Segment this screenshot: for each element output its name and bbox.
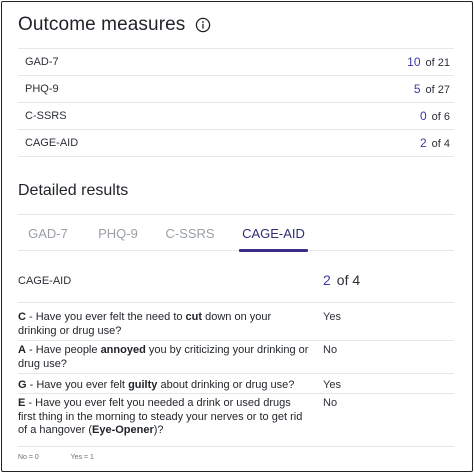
measure-row-phq9: PHQ-9 5 of 27 xyxy=(18,76,454,103)
measure-row-cssrs: C-SSRS 0 of 6 xyxy=(18,103,454,130)
page-title: Outcome measures xyxy=(18,14,186,35)
detail-score: 2 of 4 xyxy=(323,272,360,288)
question-text: E - Have you ever felt you needed a drin… xyxy=(18,397,310,438)
measure-score: 0 of 6 xyxy=(420,109,450,123)
tab-cage-aid[interactable]: CAGE-AID xyxy=(239,215,308,251)
legend-yes: Yes = 1 xyxy=(70,454,94,461)
scoring-legend: No = 0 Yes = 1 xyxy=(18,454,124,461)
divider xyxy=(18,340,454,341)
info-icon[interactable] xyxy=(195,17,211,33)
question-pre: - Have people xyxy=(25,344,101,356)
question-a: A - Have people annoyed you by criticizi… xyxy=(18,344,454,371)
header: Outcome measures xyxy=(18,14,211,36)
measure-name: GAD-7 xyxy=(25,56,59,68)
outcome-measures-list: GAD-7 10 of 21 PHQ-9 5 of 27 C-SSRS 0 of… xyxy=(18,48,454,157)
detail-header: CAGE-AID 2 of 4 xyxy=(18,270,454,303)
detailed-results-title: Detailed results xyxy=(18,182,129,199)
question-text: C - Have you ever felt the need to cut d… xyxy=(18,311,310,338)
question-text: G - Have you ever felt guilty about drin… xyxy=(18,379,310,393)
measure-row-gad7: GAD-7 10 of 21 xyxy=(18,49,454,76)
question-letter: A xyxy=(18,344,26,356)
measure-score-value: 2 xyxy=(419,136,427,150)
question-letter: G xyxy=(18,379,27,391)
question-answer: Yes xyxy=(323,311,341,323)
question-g: G - Have you ever felt guilty about drin… xyxy=(18,379,454,393)
measure-row-cage-aid: CAGE-AID 2 of 4 xyxy=(18,130,454,157)
measure-score: 2 of 4 xyxy=(420,136,450,150)
question-keyword: cut xyxy=(185,311,203,323)
tab-gad7[interactable]: GAD-7 xyxy=(18,215,78,251)
tab-cssrs[interactable]: C-SSRS xyxy=(158,215,222,251)
question-answer: No xyxy=(323,344,338,356)
question-pre: - Have you ever felt the need to xyxy=(25,311,186,323)
question-answer: No xyxy=(323,397,338,409)
measure-score-max: of 4 xyxy=(431,138,450,150)
measure-score-max: of 6 xyxy=(431,111,450,123)
measure-name: C-SSRS xyxy=(25,110,67,122)
question-post: about drinking or drug use? xyxy=(157,379,295,391)
measure-score-value: 10 xyxy=(407,55,421,69)
detail-score-value: 2 xyxy=(323,272,331,288)
measure-score-max: of 21 xyxy=(425,57,450,69)
question-text: A - Have people annoyed you by criticizi… xyxy=(18,344,310,371)
question-post: )? xyxy=(153,424,164,436)
question-pre: - Have you ever felt xyxy=(26,379,129,391)
question-e: E - Have you ever felt you needed a drin… xyxy=(18,397,454,438)
legend-no: No = 0 xyxy=(18,454,39,461)
detail-score-max: of 4 xyxy=(336,272,361,288)
divider xyxy=(18,373,454,374)
detail-label: CAGE-AID xyxy=(18,275,72,287)
detailed-results-tabs: GAD-7 PHQ-9 C-SSRS CAGE-AID xyxy=(18,214,454,252)
measure-name: PHQ-9 xyxy=(25,83,59,95)
measure-name: CAGE-AID xyxy=(25,137,79,149)
measure-score: 10 of 21 xyxy=(407,55,450,69)
divider xyxy=(18,446,454,447)
tab-phq9[interactable]: PHQ-9 xyxy=(88,215,148,251)
divider xyxy=(18,393,454,394)
outcome-card: Outcome measures GAD-7 10 of 21 PHQ-9 5 … xyxy=(1,1,473,472)
measure-score-max: of 27 xyxy=(425,84,450,96)
question-keyword: guilty xyxy=(128,379,158,391)
measure-score-value: 5 xyxy=(413,82,421,96)
measure-score-value: 0 xyxy=(419,109,427,123)
question-keyword: Eye-Opener xyxy=(92,424,154,436)
active-tab-indicator xyxy=(239,249,308,252)
measure-score: 5 of 27 xyxy=(414,82,450,96)
question-c: C - Have you ever felt the need to cut d… xyxy=(18,311,454,338)
question-answer: Yes xyxy=(323,379,341,391)
question-letter: C xyxy=(18,311,26,323)
question-keyword: annoyed xyxy=(100,344,146,356)
